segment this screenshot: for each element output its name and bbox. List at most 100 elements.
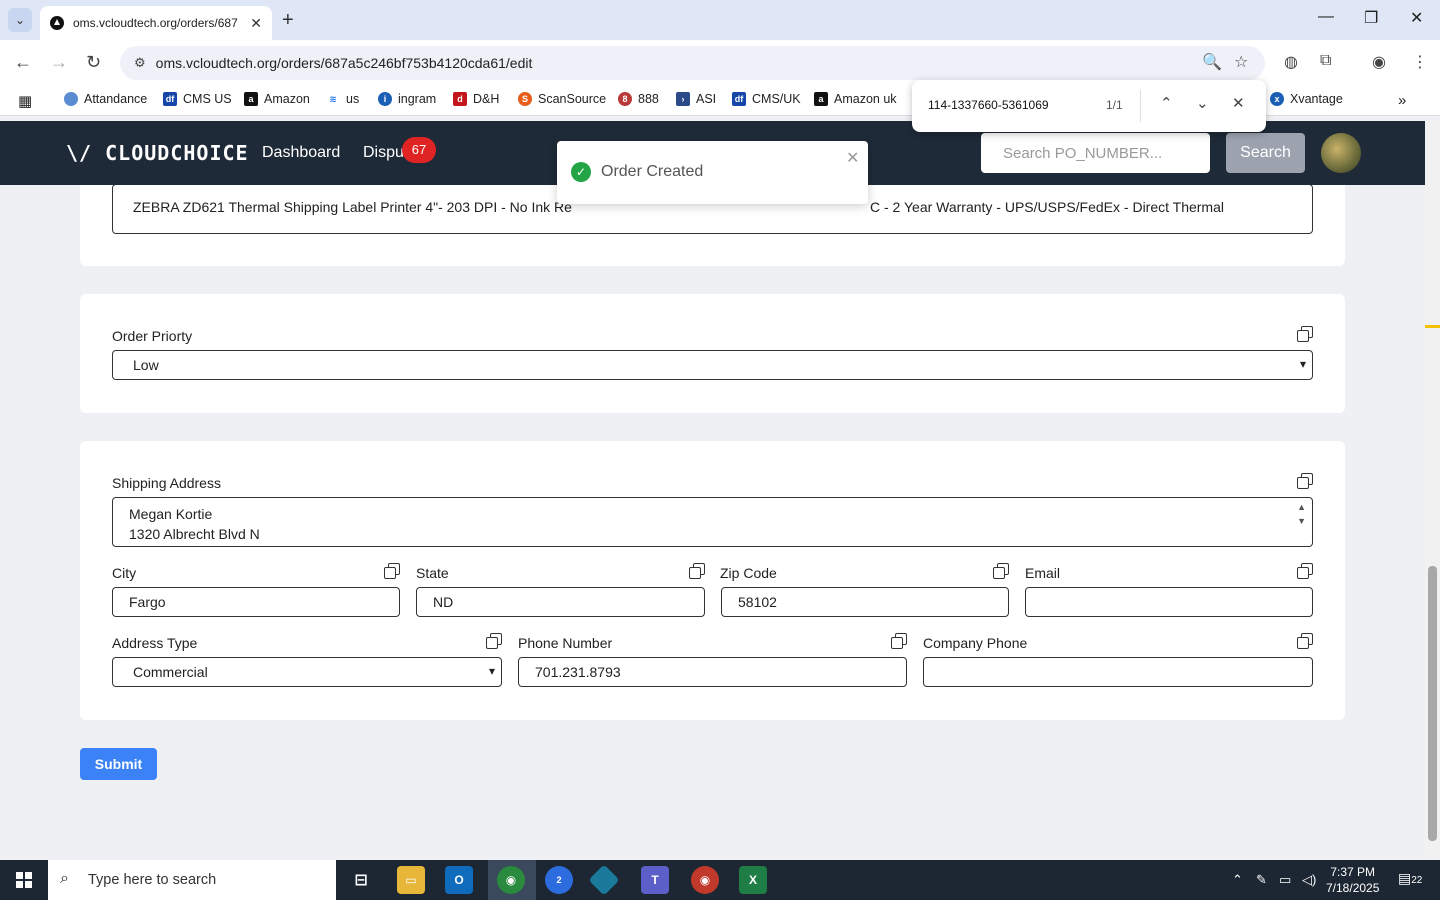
company-phone-input[interactable] [923,657,1313,687]
find-in-page-icon[interactable]: 🔍 [1202,52,1222,72]
bookmark-amazon[interactable]: a Amazon [244,92,310,106]
app-diamond-icon[interactable] [588,864,620,896]
find-prev-icon[interactable]: ⌃ [1160,94,1173,112]
bookmark-xvantage[interactable]: x Xvantage [1270,92,1343,106]
apps-grid-icon[interactable]: ▦ [18,92,32,110]
zoom-icon[interactable]: 2 [545,866,573,894]
search-button[interactable]: Search [1226,133,1305,173]
search-icon: ⌕ [60,870,69,887]
taskbar-search-input[interactable]: ⌕ Type here to search [48,860,336,900]
profile-icon[interactable]: ◉ [1372,52,1386,72]
product-description-tail: C - 2 Year Warranty - UPS/USPS/FedEx - D… [870,199,1224,215]
user-avatar[interactable] [1321,133,1361,173]
textarea-spinner-icon[interactable]: ▲ ▼ [1297,500,1306,528]
xvantage-icon: x [1270,92,1284,106]
teams-icon[interactable]: T [641,866,669,894]
zip-code-input[interactable]: 58102 [721,587,1009,617]
tab-close-icon[interactable]: ✕ [250,15,262,32]
task-view-icon[interactable]: ⊟ [347,866,375,894]
notifications-icon[interactable]: ▤22 [1398,870,1422,887]
nav-dashboard[interactable]: Dashboard [262,144,340,162]
tab-title: oms.vcloudtech.org/orders/687 [73,16,238,30]
bookmark-asi[interactable]: › ASI [676,92,716,106]
find-bar: 114-1337660-5361069 1/1 ⌃ ⌄ ✕ [912,80,1266,132]
cloudchoice-logo[interactable]: \/ CLOUDCHOICE [66,141,249,165]
volume-icon[interactable]: ◁) [1302,872,1316,888]
start-button[interactable] [0,860,48,900]
back-icon[interactable]: ← [14,52,32,73]
copy-icon[interactable] [486,633,502,649]
shipping-address-textarea[interactable]: Megan Kortie 1320 Albrecht Blvd N ▲ ▼ [112,497,1313,547]
translate-icon[interactable]: ◍ [1284,52,1298,72]
email-input[interactable] [1025,587,1313,617]
copy-icon[interactable] [993,563,1009,579]
find-close-icon[interactable]: ✕ [1232,94,1245,112]
copy-icon[interactable] [1297,473,1313,489]
nav-disputes[interactable]: Dispu [363,144,404,162]
bookmark-attandance[interactable]: Attandance [64,92,147,106]
reload-icon[interactable]: ↻ [86,52,101,73]
toast-close-icon[interactable]: ✕ [846,148,859,168]
tray-overflow-icon[interactable]: ⌃ [1232,872,1243,888]
find-count: 1/1 [1106,98,1123,112]
chevron-down-icon: ▾ [1299,357,1306,371]
copy-icon[interactable] [1297,563,1313,579]
maximize-icon[interactable]: ❐ [1364,8,1378,28]
city-label: City [112,565,137,581]
chrome-icon[interactable]: ◉ [497,866,525,894]
page-scrollbar[interactable] [1425,121,1440,860]
bookmark-amazon-uk[interactable]: a Amazon uk [814,92,897,106]
window-close-icon[interactable]: ✕ [1410,8,1423,28]
bookmark-cms-us[interactable]: df CMS US [163,92,232,106]
product-description-text: ZEBRA ZD621 Thermal Shipping Label Print… [133,199,572,215]
bookmark-ingram[interactable]: i ingram [378,92,436,106]
forward-icon[interactable]: → [50,52,68,73]
order-priority-select[interactable]: Low ▾ [112,350,1313,380]
scrollbar-thumb[interactable] [1428,566,1437,841]
tab-search-icon[interactable]: ⌄ [8,8,32,32]
order-created-toast: ✓ Order Created ✕ [557,141,868,204]
po-number-search-input[interactable]: Search PO_NUMBER... [981,133,1210,173]
find-next-icon[interactable]: ⌄ [1196,94,1209,112]
taskbar-clock[interactable]: 7:37 PM 7/18/2025 [1326,864,1379,896]
ingram-icon: i [378,92,392,106]
bookmark-888[interactable]: 8 888 [618,92,659,106]
submit-button[interactable]: Submit [80,748,157,780]
copy-icon[interactable] [384,563,400,579]
success-check-icon: ✓ [571,162,591,182]
bookmark-cms-uk[interactable]: df CMS/UK [732,92,801,106]
chrome-profile-icon[interactable]: ◉ [691,866,719,894]
address-bar[interactable]: ⚙ oms.vcloudtech.org/orders/687a5c246bf7… [120,46,1265,80]
find-input[interactable]: 114-1337660-5361069 [928,98,1049,112]
bookmark-star-icon[interactable]: ☆ [1234,52,1248,72]
disputes-count-badge: 67 [402,137,436,163]
site-info-icon[interactable]: ⚙ [134,55,146,71]
minimize-icon[interactable]: — [1318,8,1334,26]
new-tab-icon[interactable]: + [282,9,294,32]
cms-icon: df [163,92,177,106]
extensions-icon[interactable]: ⧉ [1320,52,1331,70]
network-icon[interactable]: ▭ [1279,872,1291,888]
browser-tab[interactable]: oms.vcloudtech.org/orders/687 ✕ [40,6,272,40]
copy-icon[interactable] [689,563,705,579]
bookmark-dh[interactable]: d D&H [453,92,499,106]
shipping-address-label: Shipping Address [112,475,221,491]
copy-icon[interactable] [1297,326,1313,342]
bookmark-us[interactable]: ≋ us [326,92,359,106]
phone-number-input[interactable]: 701.231.8793 [518,657,907,687]
find-divider [1140,90,1141,122]
copy-icon[interactable] [891,633,907,649]
file-explorer-icon[interactable]: ▭ [397,866,425,894]
pen-icon[interactable]: ✎ [1256,872,1267,888]
address-type-select[interactable]: Commercial ▾ [112,657,502,687]
state-input[interactable]: ND [416,587,705,617]
bookmark-scansource[interactable]: S ScanSource [518,92,606,106]
excel-icon[interactable]: X [739,866,767,894]
copy-icon[interactable] [1297,633,1313,649]
menu-kebab-icon[interactable]: ⋮ [1412,52,1428,72]
outlook-icon[interactable]: O [445,866,473,894]
state-label: State [416,565,449,581]
toast-message: Order Created [601,163,704,180]
more-bookmarks-icon[interactable]: » [1398,92,1406,109]
city-input[interactable]: Fargo [112,587,400,617]
